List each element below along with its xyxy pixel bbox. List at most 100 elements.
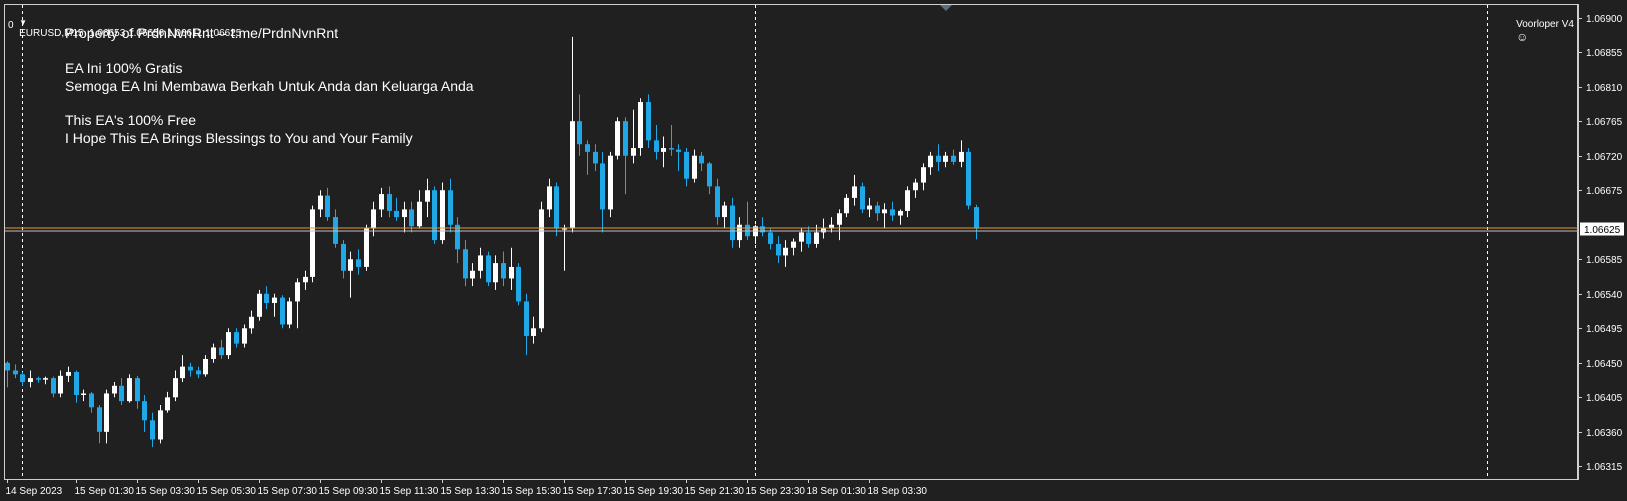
candle-body [623, 121, 628, 156]
current-price-label: 1.06625 [1584, 225, 1621, 236]
candle-body [470, 270, 475, 279]
candle-body [36, 378, 41, 380]
candle-body [608, 155, 613, 210]
triangle-down-icon[interactable]: ▼ [19, 18, 27, 27]
candle-body [684, 151, 689, 179]
candle-body [531, 328, 536, 336]
candle-body [295, 282, 300, 302]
candle-body [806, 232, 811, 244]
candle-body [577, 121, 582, 145]
candle-body [631, 148, 636, 156]
y-tick-label: 1.06810 [1586, 83, 1623, 94]
x-tick-label: 15 Sep 13:30 [441, 486, 501, 497]
candle-body [165, 397, 170, 411]
candle-body [371, 209, 376, 229]
candle-body [898, 210, 903, 216]
candle-body [211, 347, 216, 359]
candle-body [364, 228, 369, 267]
x-tick-label: 18 Sep 03:30 [868, 486, 928, 497]
candle-body [333, 217, 338, 244]
candle-body [615, 121, 620, 156]
candle-body [257, 293, 262, 317]
candle-body [394, 210, 399, 218]
candle-body [158, 410, 163, 440]
y-tick-label: 1.06540 [1586, 290, 1623, 301]
candle-body [325, 195, 330, 218]
chart-window[interactable]: 1.06625 1.06900 1.06855 1.06810 1.06765 1.06… [0, 0, 1627, 501]
candle-body [600, 163, 605, 210]
y-tick-label: 1.06450 [1586, 359, 1623, 370]
overlay-line-1: Property of PrdnNvnRnt -- t.me/PrdnNvnRn… [65, 25, 339, 41]
candle-body [81, 393, 86, 396]
candle-body [142, 401, 147, 421]
candle-body [234, 332, 239, 344]
candle-body [493, 263, 498, 283]
candle-body [97, 407, 102, 432]
candle-body [341, 243, 346, 271]
y-tick-label: 1.06855 [1586, 48, 1623, 59]
candle-body [264, 293, 269, 303]
candle-body [875, 205, 880, 214]
candle-body [943, 155, 948, 162]
x-tick-label: 15 Sep 17:30 [563, 486, 623, 497]
candle-body [280, 297, 285, 325]
candle-body [379, 194, 384, 210]
x-tick-label: 15 Sep 15:30 [502, 486, 562, 497]
candle-body [928, 155, 933, 168]
candle-body [776, 243, 781, 256]
y-tick-label: 1.06765 [1586, 117, 1623, 128]
x-tick-label: 15 Sep 09:30 [319, 486, 379, 497]
candle-body [51, 378, 56, 394]
candle-body [745, 224, 750, 237]
candle-body [356, 259, 361, 267]
candle-body [974, 207, 979, 229]
overlay-line-5: I Hope This EA Brings Blessings to You a… [65, 130, 413, 146]
candle-body [882, 209, 887, 214]
candle-body [570, 121, 575, 229]
y-tick-label: 1.06360 [1586, 428, 1623, 439]
candle-body [730, 205, 735, 241]
candle-body [409, 209, 414, 227]
candle-body [654, 140, 659, 152]
candle-body [799, 232, 804, 242]
candle-body [661, 148, 666, 152]
candle-body [89, 393, 94, 408]
candle-body [448, 190, 453, 225]
x-tick-label: 15 Sep 07:30 [258, 486, 318, 497]
candle-body [509, 266, 514, 279]
expert-name-label: Voorloper V4 [1516, 19, 1574, 30]
overlay-line-2: EA Ini 100% Gratis [65, 60, 183, 76]
candle-body [242, 328, 247, 344]
candle-body [692, 155, 697, 179]
candle-body [66, 371, 71, 376]
candle-body [844, 197, 849, 214]
candle-body [348, 259, 353, 271]
x-tick-label: 15 Sep 23:30 [746, 486, 806, 497]
candle-body [188, 366, 193, 371]
candle-body [43, 378, 48, 380]
candle-body [539, 209, 544, 329]
candle-body [814, 232, 819, 244]
candle-body [226, 332, 231, 356]
candle-body [646, 102, 651, 141]
candle-body [585, 144, 590, 152]
candle-body [127, 378, 132, 402]
candle-body [425, 190, 430, 202]
candle-body [150, 420, 155, 440]
x-tick-label: 15 Sep 01:30 [75, 486, 135, 497]
candle-body [74, 371, 79, 396]
expert-label-wrap: Voorloper V4 ☺ [1505, 8, 1574, 55]
y-tick-label: 1.06405 [1586, 393, 1623, 404]
candle-body [921, 167, 926, 183]
candle-body [547, 186, 552, 210]
candle-body [303, 276, 308, 283]
candle-body [905, 190, 910, 211]
price-chart[interactable]: 1.06625 1.06900 1.06855 1.06810 1.06765 1.06… [0, 0, 1627, 501]
smiley-face-icon[interactable]: ☺ [1516, 30, 1528, 44]
candle-body [913, 182, 918, 191]
candle-body [593, 151, 598, 164]
x-tick-label: 18 Sep 01:30 [807, 486, 867, 497]
candle-body [440, 190, 445, 241]
candle-body [890, 209, 895, 216]
shift-marker-icon[interactable] [940, 5, 952, 11]
